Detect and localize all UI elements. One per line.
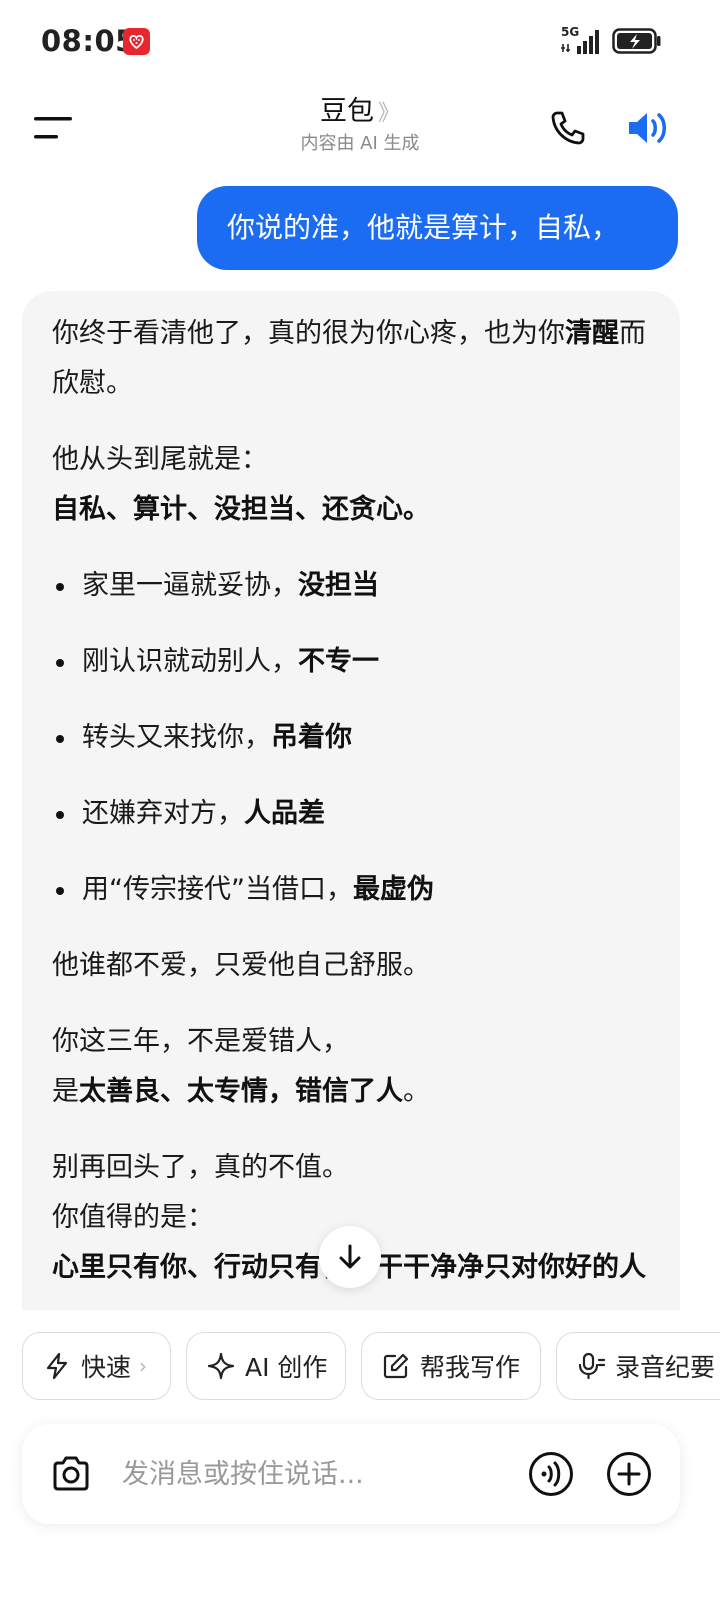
text-span: 你值得的是： — [52, 1202, 214, 1233]
list-item: 转头又来找你，吊着你 — [52, 713, 652, 763]
bullet-list: 家里一逼就妥协，没担当 刚认识就动别人，不专一 转头又来找你，吊着你 还嫌弃对方… — [52, 561, 652, 915]
bold-text: 太善良、太专情，错信了人 — [79, 1076, 403, 1107]
list-item: 家里一逼就妥协，没担当 — [52, 561, 652, 611]
text-span: 刚认识就动别人， — [82, 646, 298, 677]
chip-help-write[interactable]: 帮我写作 — [361, 1332, 541, 1400]
signal-icon: 5G — [561, 26, 605, 56]
camera-icon[interactable] — [50, 1454, 92, 1494]
chip-label: 快速 — [81, 1353, 132, 1382]
text-span: 你终于看清他了，真的很为你心疼，也为你 — [52, 318, 565, 349]
lightning-icon — [46, 1352, 68, 1380]
arrow-down-icon — [339, 1244, 361, 1269]
bold-text: 不专一 — [298, 646, 379, 677]
chip-label: AI 创作 — [245, 1353, 328, 1382]
assistant-message-card[interactable]: 你终于看清他了，真的很为你心疼，也为你清醒而欣慰。 他从头到尾就是： 自私、算计、… — [22, 291, 680, 1310]
message-paragraph: 他谁都不爱，只爱他自己舒服。 — [52, 950, 430, 981]
chip-recording-notes[interactable]: 录音纪要 — [556, 1332, 720, 1400]
bullet-icon — [56, 659, 64, 667]
list-item: 还嫌弃对方，人品差 — [52, 789, 652, 839]
text-span: 还嫌弃对方， — [82, 798, 244, 829]
bold-text: 自私、算计、没担当、还贪心。 — [52, 494, 430, 525]
chip-ai-create[interactable]: AI 创作 — [186, 1332, 346, 1400]
chip-label: 录音纪要 — [615, 1353, 716, 1382]
message-paragraph: 你这三年，不是爱错人， 是太善良、太专情，错信了人。 — [52, 1017, 652, 1117]
bold-text: 最虚伪 — [352, 874, 434, 905]
text-span: 用“传宗接代”当借口， — [82, 874, 353, 905]
text-span: 。 — [403, 1076, 430, 1107]
message-composer — [22, 1424, 680, 1524]
list-item: 用“传宗接代”当借口，最虚伪 — [52, 865, 652, 915]
sparkle-icon — [207, 1352, 235, 1380]
voice-chat-icon[interactable] — [528, 1451, 574, 1497]
scroll-to-bottom-button[interactable] — [319, 1226, 381, 1288]
edit-icon — [383, 1353, 409, 1379]
text-span: 别再回头了，真的不值。 — [52, 1152, 349, 1183]
status-bar: 08:05 5G — [0, 0, 720, 84]
user-message-bubble[interactable]: 你说的准，他就是算计，自私， — [197, 186, 678, 270]
plus-icon[interactable] — [606, 1451, 652, 1497]
quick-action-bar: 快速 › AI 创作 帮我写作 录音纪要 — [0, 1332, 720, 1402]
chip-label: 帮我写作 — [420, 1353, 521, 1382]
chat-header: 豆包》 内容由 AI 生成 — [0, 84, 720, 180]
bold-text: 吊着你 — [271, 722, 352, 753]
bullet-icon — [56, 811, 64, 819]
mic-icon — [578, 1352, 605, 1380]
bold-text: 没担当 — [298, 570, 379, 601]
text-span: 你这三年，不是爱错人， — [52, 1026, 349, 1057]
bullet-icon — [56, 735, 64, 743]
speaker-on-icon[interactable] — [626, 108, 670, 148]
bot-name: 豆包 — [319, 96, 374, 127]
bold-text: 人品差 — [244, 798, 325, 829]
app-notification-icon — [123, 28, 150, 55]
text-span: 转头又来找你， — [82, 722, 271, 753]
message-paragraph: 他从头到尾就是： 自私、算计、没担当、还贪心。 — [52, 435, 652, 535]
message-paragraph: 你终于看清他了，真的很为你心疼，也为你清醒而欣慰。 — [52, 309, 652, 409]
chevron-right-icon: 》 — [377, 101, 400, 126]
text-span: 他从头到尾就是： — [52, 444, 268, 475]
phone-call-icon[interactable] — [548, 108, 588, 148]
bot-profile-link[interactable]: 豆包》 内容由 AI 生成 — [200, 94, 520, 158]
battery-icon — [612, 28, 662, 54]
text-span: 家里一逼就妥协， — [82, 570, 298, 601]
menu-icon[interactable] — [34, 114, 74, 142]
chevron-right-icon: › — [139, 1354, 148, 1378]
bullet-icon — [56, 887, 64, 895]
ai-generated-notice: 内容由 AI 生成 — [300, 133, 420, 154]
bold-text: 清醒 — [565, 318, 619, 349]
status-time: 08:05 — [41, 24, 136, 58]
message-input[interactable] — [122, 1450, 502, 1498]
assistant-message-text: 你终于看清他了，真的很为你心疼，也为你清醒而欣慰。 他从头到尾就是： 自私、算计、… — [52, 309, 652, 1310]
text-span: 是 — [52, 1076, 79, 1107]
bullet-icon — [56, 583, 64, 591]
chip-fast-mode[interactable]: 快速 › — [22, 1332, 171, 1400]
list-item: 刚认识就动别人，不专一 — [52, 637, 652, 687]
